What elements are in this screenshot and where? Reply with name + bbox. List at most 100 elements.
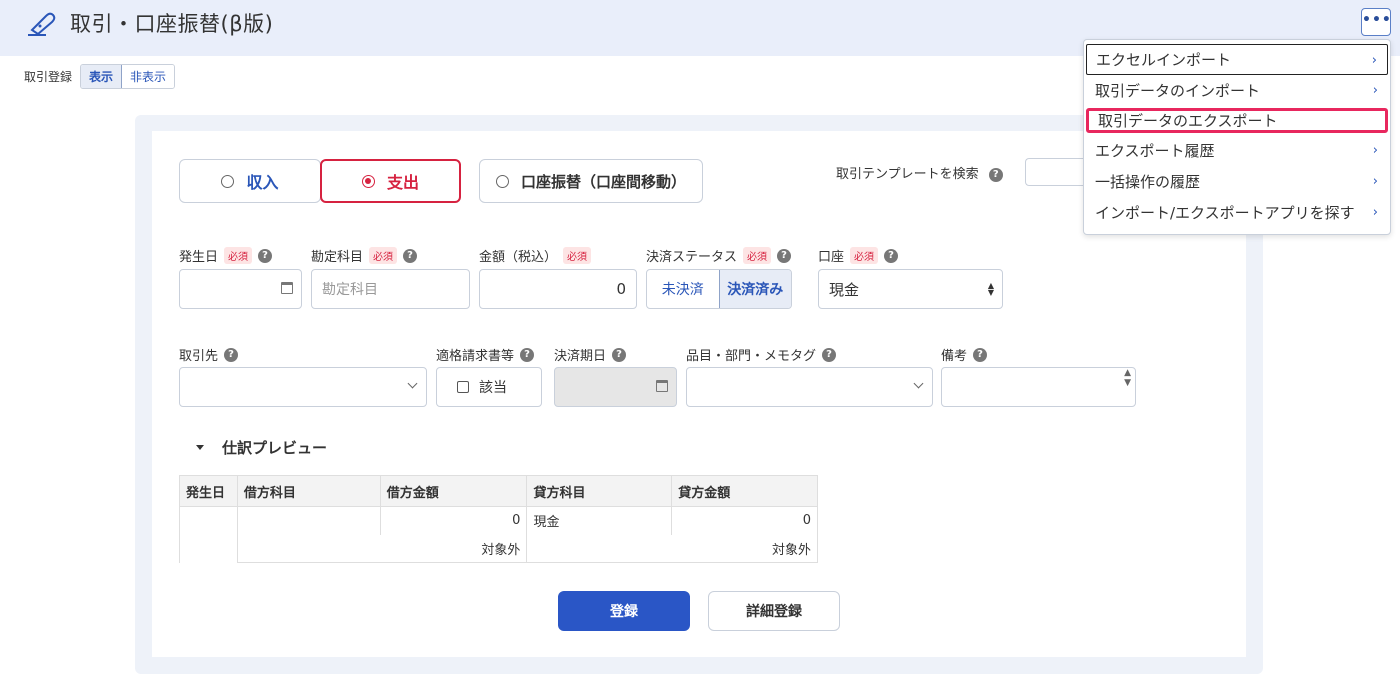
radio-icon [495, 174, 509, 188]
caret-down-icon [196, 445, 204, 450]
status-label: 決済ステータス 必須 ? [646, 246, 792, 265]
income-label: 収入 [246, 173, 279, 192]
register-toggle: 表示 非表示 [80, 64, 176, 89]
chevron-down-icon [407, 378, 418, 389]
help-icon[interactable]: ? [973, 347, 988, 362]
table-cell-credit-tax: 対象外 [526, 534, 818, 563]
help-icon[interactable]: ? [612, 347, 627, 362]
table-cell-debit-amount: 0 [379, 506, 528, 535]
table-header: 借方科目 [236, 475, 381, 507]
wallet-value: 現金 [829, 280, 860, 299]
table-header: 発生日 [179, 475, 238, 507]
memo-textarea[interactable]: ▲ ▼ [941, 367, 1136, 407]
required-badge: 必須 [224, 247, 253, 264]
menu-item-find-apps[interactable]: インポート/エクスポートアプリを探す › [1086, 197, 1388, 228]
register-toggle-label: 取引登録 [24, 70, 73, 84]
income-type-button[interactable]: 収入 [179, 159, 321, 203]
help-icon[interactable]: ? [988, 167, 1003, 182]
help-icon[interactable]: ? [520, 347, 535, 362]
journal-preview-toggle[interactable]: 仕訳プレビュー [196, 437, 327, 458]
table-header: 貸方科目 [526, 475, 673, 507]
required-badge: 必須 [743, 247, 772, 264]
chevron-right-icon: › [1372, 143, 1378, 158]
calendar-icon [656, 380, 668, 392]
resize-spinner-icon: ▲ ▼ [1124, 368, 1131, 388]
tags-select[interactable] [686, 367, 933, 407]
invoice-checkbox-field[interactable]: 該当 [436, 367, 542, 407]
wallet-select[interactable]: 現金 ▲ ▼ [818, 269, 1003, 309]
menu-item-data-export[interactable]: 取引データのエクスポート [1086, 108, 1388, 133]
chevron-right-icon: › [1371, 53, 1377, 68]
transfer-label: 口座振替（口座間移動） [520, 172, 686, 191]
due-date-input [554, 367, 677, 407]
required-badge: 必須 [850, 247, 879, 264]
due-date-label-text: 決済期日 [554, 349, 607, 364]
show-toggle-button[interactable]: 表示 [81, 65, 123, 88]
journal-preview-table: 発生日 借方科目 借方金額 貸方科目 貸方金額 0 現金 0 対象外 対象外 [179, 475, 818, 563]
help-icon[interactable]: ? [224, 347, 239, 362]
menu-item-export-history[interactable]: エクスポート履歴 › [1086, 135, 1388, 166]
invoice-label-text: 適格請求書等 [436, 349, 515, 364]
select-updown-icon: ▲ ▼ [987, 281, 994, 297]
due-date-label: 決済期日 ? [554, 345, 627, 364]
help-icon[interactable]: ? [884, 248, 899, 263]
chevron-down-icon [913, 378, 924, 389]
help-icon[interactable]: ? [258, 248, 273, 263]
help-icon[interactable]: ? [403, 248, 418, 263]
menu-item-label: 一括操作の履歴 [1095, 173, 1201, 191]
table-cell-debit-item [236, 506, 381, 535]
more-options-button[interactable]: ••• [1361, 8, 1391, 36]
menu-item-excel-import[interactable]: エクセルインポート › [1086, 44, 1388, 75]
chevron-right-icon: › [1372, 174, 1378, 189]
hide-toggle-button[interactable]: 非表示 [122, 65, 175, 88]
register-toggle-row: 取引登録 表示 非表示 [24, 64, 176, 89]
menu-item-bulk-history[interactable]: 一括操作の履歴 › [1086, 166, 1388, 197]
menu-item-data-import[interactable]: 取引データのインポート › [1086, 75, 1388, 106]
table-cell-credit-amount: 0 [671, 506, 818, 535]
journal-preview-title: 仕訳プレビュー [222, 439, 328, 457]
settlement-status-toggle: 未決済 決済済み [646, 269, 792, 309]
transfer-type-button[interactable]: 口座振替（口座間移動） [479, 159, 703, 203]
partner-select[interactable] [179, 367, 427, 407]
table-header-row: 発生日 借方科目 借方金額 貸方科目 貸方金額 [179, 475, 818, 507]
table-row: 0 現金 0 [179, 506, 818, 563]
template-search-label: 取引テンプレートを検索 ? [836, 163, 1003, 182]
page-title: 取引・口座振替(β版) [70, 12, 274, 36]
help-icon[interactable]: ? [822, 347, 837, 362]
detail-register-button[interactable]: 詳細登録 [708, 591, 840, 631]
tags-label: 品目・部門・メモタグ ? [686, 345, 837, 364]
menu-item-label: 取引データのインポート [1095, 82, 1261, 100]
template-search-text: 取引テンプレートを検索 [836, 167, 979, 182]
date-input[interactable] [179, 269, 302, 309]
register-button[interactable]: 登録 [558, 591, 690, 631]
amount-label: 金額（税込） 必須 [479, 246, 592, 265]
page-title-group: 取引・口座振替(β版) [26, 8, 273, 38]
settled-button[interactable]: 決済済み [718, 270, 791, 308]
wallet-label-text: 口座 [818, 250, 845, 265]
account-item-input[interactable]: 勘定科目 [311, 269, 470, 309]
memo-label: 備考 ? [941, 345, 988, 364]
chevron-right-icon: › [1372, 205, 1378, 220]
partner-label-text: 取引先 [179, 349, 219, 364]
amount-input[interactable]: 0 [479, 269, 637, 309]
memo-label-text: 備考 [941, 349, 968, 364]
calendar-icon [281, 282, 293, 294]
amount-value: 0 [616, 280, 626, 298]
amount-label-text: 金額（税込） [479, 250, 558, 265]
table-cell-date [179, 506, 238, 563]
help-icon[interactable]: ? [777, 248, 792, 263]
required-badge: 必須 [369, 247, 398, 264]
expense-type-button[interactable]: 支出 [320, 159, 461, 203]
partner-label: 取引先 ? [179, 345, 239, 364]
expense-label: 支出 [386, 173, 419, 192]
table-cell-credit-item: 現金 [526, 506, 673, 535]
menu-item-label: エクセルインポート [1096, 51, 1232, 69]
date-label-text: 発生日 [179, 250, 219, 265]
unsettled-button[interactable]: 未決済 [647, 270, 719, 308]
account-item-label: 勘定科目 必須 ? [311, 246, 418, 265]
invoice-checkbox[interactable] [457, 381, 469, 393]
account-item-label-text: 勘定科目 [311, 250, 364, 265]
account-item-placeholder: 勘定科目 [322, 282, 378, 298]
radio-selected-icon [361, 174, 375, 188]
more-options-menu: エクセルインポート › 取引データのインポート › 取引データのエクスポート エ… [1083, 39, 1391, 235]
